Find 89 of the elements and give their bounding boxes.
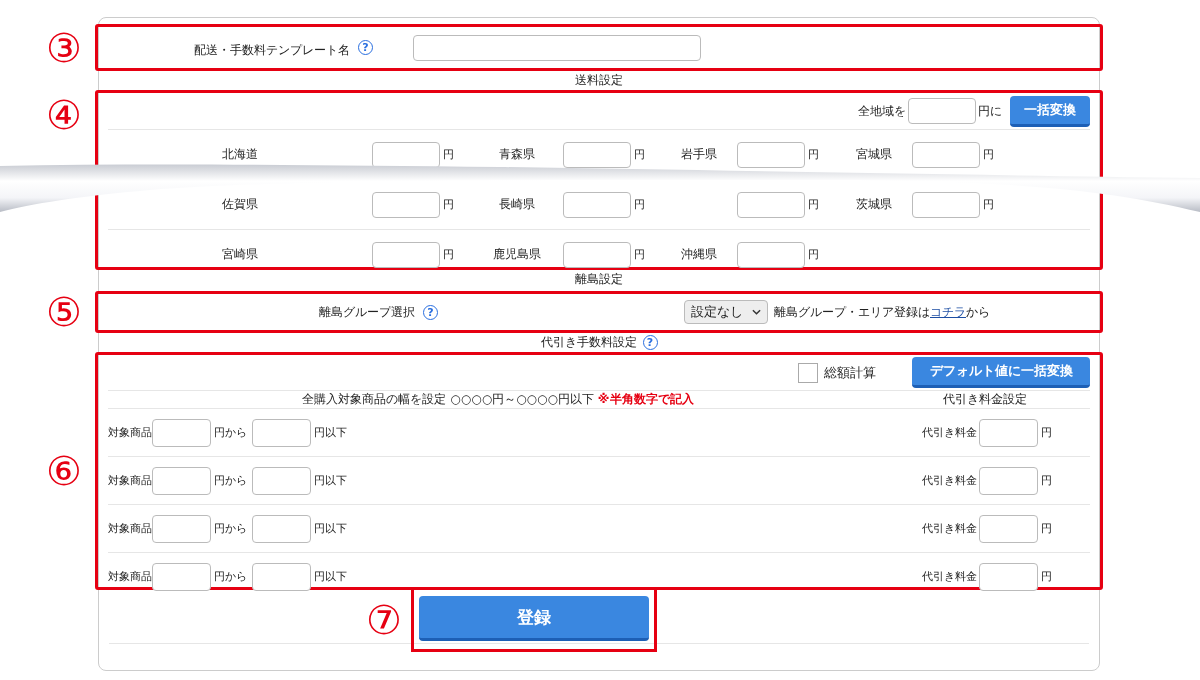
field-label: 対象商品 [108, 521, 152, 536]
input-field[interactable] [372, 191, 440, 218]
checkbox-label: 総額計算 [824, 363, 876, 382]
prefecture-label: 茨城県 [854, 196, 893, 213]
unit-label: 円 [633, 197, 646, 212]
unit-label: 円 [807, 247, 820, 262]
input-field[interactable] [908, 98, 976, 124]
step-number: ⑤ [46, 292, 82, 332]
input-field[interactable] [979, 466, 1038, 495]
unit-label: 円 [807, 147, 820, 162]
prefecture-label: 沖縄県 [679, 246, 718, 263]
input-field[interactable] [737, 191, 805, 218]
input-field[interactable] [372, 141, 440, 168]
field-label: 代引き料金 [922, 425, 977, 440]
column-header: 代引き料金設定 [943, 391, 1027, 408]
default-convert-button[interactable]: デフォルト値に一括変換 [912, 357, 1090, 388]
input-field[interactable] [252, 562, 311, 591]
unit-label: 円に [978, 102, 1002, 120]
unit-label: 円 [807, 197, 820, 212]
input-field[interactable] [563, 141, 631, 168]
section-title: 送料設定 [575, 72, 623, 89]
unit-label: 円 [1041, 473, 1052, 488]
input-field[interactable] [252, 514, 311, 543]
prefecture-label: 鹿児島県 [491, 246, 542, 263]
field-label: 離島グループ選択 [319, 303, 415, 321]
input-field[interactable] [979, 514, 1038, 543]
input-field[interactable] [152, 562, 211, 591]
register-button[interactable]: 登録 [419, 596, 649, 641]
input-field[interactable] [979, 418, 1038, 447]
input-field[interactable] [737, 141, 805, 168]
input-field[interactable] [737, 241, 805, 268]
input-field[interactable] [413, 34, 701, 61]
input-field[interactable] [979, 562, 1038, 591]
step-number: ⑦ [366, 599, 402, 640]
unit-label: 円から [214, 569, 247, 584]
input-field[interactable] [372, 241, 440, 268]
field-label: 対象商品 [108, 425, 152, 440]
input-field[interactable] [563, 241, 631, 268]
unit-label: 円以下 [314, 473, 347, 488]
field-label: 代引き料金 [922, 521, 977, 536]
register-link[interactable]: コチラ [930, 304, 966, 319]
unit-label: 円 [1041, 425, 1052, 440]
field-label: 配送・手数料テンプレート名 [194, 42, 350, 59]
step-number: ⑥ [46, 451, 82, 491]
unit-label: 円 [442, 147, 455, 162]
checkbox[interactable] [798, 362, 818, 383]
unit-label: 円 [982, 197, 995, 212]
unit-label: 円 [1041, 521, 1052, 536]
input-field[interactable] [912, 141, 980, 168]
range-header: 全購入対象商品の幅を設定 ○○○○円～○○○○円以下 ※半角数字で記入 [301, 391, 695, 408]
prefecture-label: 青森県 [497, 146, 536, 163]
unit-label: 円から [214, 425, 247, 440]
unit-label: 円 [442, 197, 455, 212]
chevron-icon [752, 309, 761, 315]
step-number: ④ [46, 95, 82, 135]
field-label: 全地域を [858, 102, 906, 120]
prefecture-label: 佐賀県 [221, 196, 259, 213]
input-field[interactable] [252, 418, 311, 447]
step-number: ③ [46, 27, 82, 68]
unit-label: 円から [214, 473, 247, 488]
unit-label: 円から [214, 521, 247, 536]
bulk-convert-button[interactable]: 一括変換 [1010, 95, 1090, 127]
prefecture-label: 宮城県 [854, 146, 893, 163]
prefecture-label: 岩手県 [679, 146, 718, 163]
prefecture-label: 北海道 [221, 146, 259, 163]
section-title: 代引き手数料設定 [540, 334, 637, 351]
input-field[interactable] [152, 514, 211, 543]
unit-label: 円以下 [314, 521, 347, 536]
section-title: 離島設定 [575, 271, 623, 288]
note-text: 離島グループ・エリア登録は コチラから [774, 303, 990, 321]
prefecture-label: 長崎県 [497, 196, 536, 213]
unit-label: 円 [1041, 569, 1052, 584]
prefecture-label: 宮崎県 [221, 246, 259, 263]
unit-label: 円 [633, 247, 646, 262]
group-select[interactable]: 設定なし [684, 300, 768, 324]
unit-label: 円 [442, 247, 455, 262]
unit-label: 円 [982, 147, 995, 162]
input-field[interactable] [563, 191, 631, 218]
field-label: 対象商品 [108, 569, 152, 584]
input-field[interactable] [252, 466, 311, 495]
field-label: 代引き料金 [922, 569, 977, 584]
field-label: 代引き料金 [922, 473, 977, 488]
unit-label: 円以下 [314, 425, 347, 440]
input-field[interactable] [152, 466, 211, 495]
input-field[interactable] [152, 418, 211, 447]
field-label: 対象商品 [108, 473, 152, 488]
input-field[interactable] [912, 191, 980, 218]
unit-label: 円以下 [314, 569, 347, 584]
unit-label: 円 [633, 147, 646, 162]
